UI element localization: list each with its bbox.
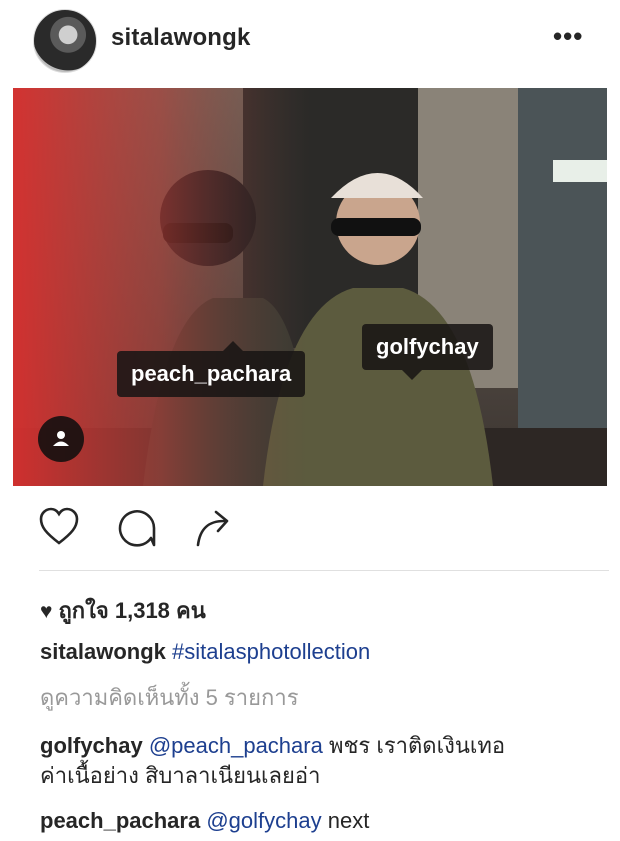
photo-image — [13, 88, 607, 486]
photo-tag-golfychay[interactable]: golfychay — [362, 324, 493, 380]
more-horizontal-icon[interactable]: ••• — [553, 23, 583, 49]
like-count[interactable]: ♥ ถูกใจ 1,318 คน — [40, 593, 206, 628]
post-header: sitalawongk ••• — [0, 0, 620, 84]
divider — [39, 570, 609, 571]
caption-hashtag[interactable]: #sitalasphotollection — [172, 639, 370, 664]
comment-mention[interactable]: @golfychay — [206, 808, 321, 833]
comment-icon[interactable] — [116, 507, 158, 554]
post-photo[interactable]: peach_pachara golfychay — [13, 88, 607, 486]
view-all-comments-link[interactable]: ดูความคิดเห็นทั้ง 5 รายการ — [40, 683, 299, 713]
post-username[interactable]: sitalawongk — [111, 24, 251, 52]
photo-tag-label: peach_pachara — [131, 361, 292, 386]
avatar[interactable] — [33, 9, 97, 73]
comment-text-continued: ค่าเนื้อย่าง สิบาลาเนียนเลยอ่า — [40, 763, 321, 788]
user-tags-icon[interactable] — [38, 416, 84, 462]
heart-filled-icon: ♥ — [40, 600, 53, 623]
comment-mention[interactable]: @peach_pachara — [149, 733, 323, 758]
tag-pointer — [402, 370, 422, 380]
photo-tag-label: golfychay — [376, 334, 479, 359]
like-count-text: ถูกใจ 1,318 คน — [58, 598, 206, 623]
comment-username[interactable]: golfychay — [40, 733, 143, 758]
caption: sitalawongk #sitalasphotollection — [40, 637, 370, 667]
heart-icon[interactable] — [38, 507, 80, 552]
tag-pointer — [223, 341, 243, 351]
comment-row: peach_pachara @golfychay next — [40, 806, 369, 836]
photo-tag-peach-pachara[interactable]: peach_pachara — [117, 341, 306, 397]
share-icon[interactable] — [194, 507, 236, 554]
comment-row: golfychay @peach_pachara พชร เราติดเงินเ… — [40, 731, 505, 761]
action-bar — [0, 500, 620, 560]
caption-username[interactable]: sitalawongk — [40, 639, 166, 664]
comment-text: พชร เราติดเงินเทอ — [328, 733, 506, 758]
comment-username[interactable]: peach_pachara — [40, 808, 200, 833]
comment-text: next — [327, 808, 370, 833]
